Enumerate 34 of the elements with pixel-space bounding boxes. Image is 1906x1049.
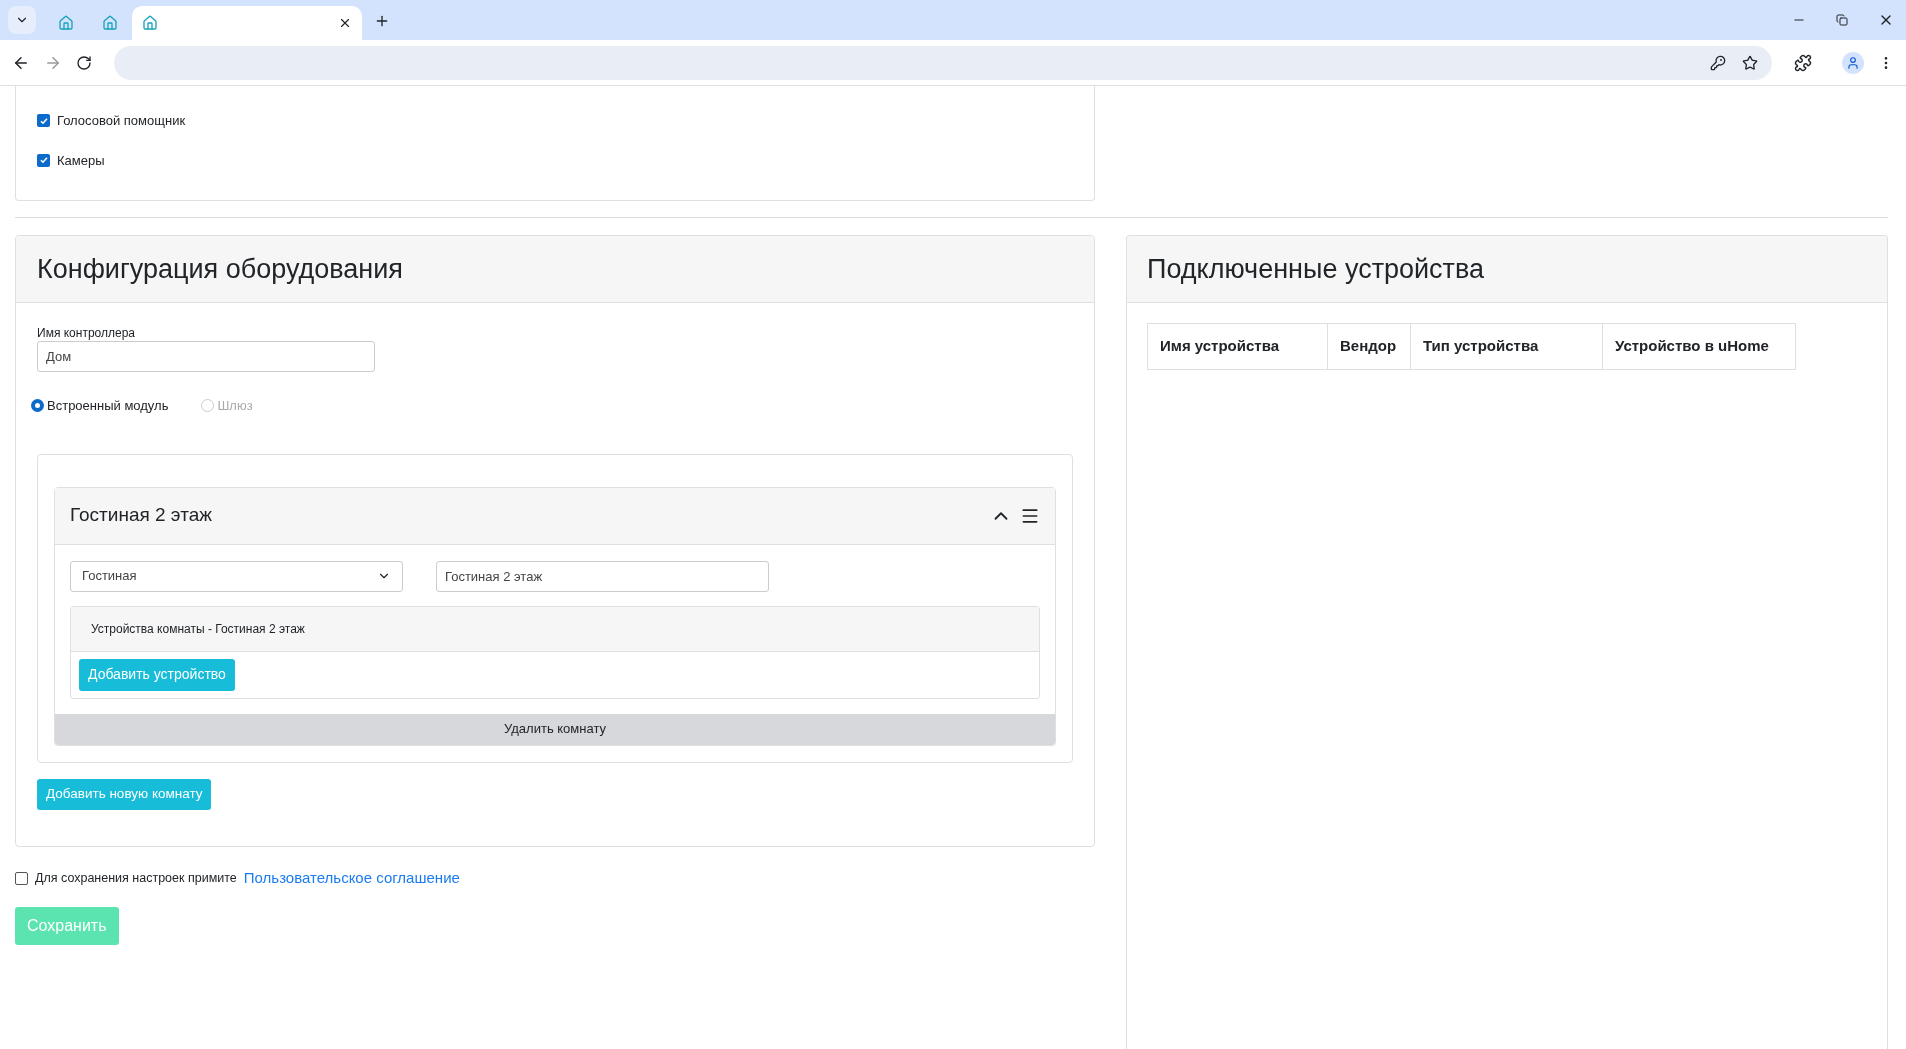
house-icon xyxy=(58,15,74,31)
card-title: Конфигурация оборудования xyxy=(37,252,403,286)
column-header: Имя устройства xyxy=(1147,323,1328,370)
restore-icon xyxy=(1836,14,1848,26)
column-header: Вендор xyxy=(1327,323,1411,370)
close-icon xyxy=(338,16,352,30)
extensions-icon xyxy=(1794,53,1812,72)
agreement-checkbox[interactable] xyxy=(15,871,28,885)
column-header: Тип устройства xyxy=(1410,323,1603,370)
checkbox[interactable] xyxy=(37,153,50,167)
radio-button[interactable] xyxy=(31,399,44,413)
agreement-link[interactable]: Пользовательское соглашение xyxy=(243,867,460,890)
checkbox-label: Голосовой помощник xyxy=(57,112,186,130)
agreement-text: Для сохранения настроек примите xyxy=(35,869,237,887)
delete-room-button[interactable]: Удалить комнату xyxy=(55,713,1055,745)
key-icon xyxy=(1710,54,1726,71)
room-title: Гостиная 2 этаж xyxy=(70,503,212,528)
room-type-select[interactable]: Гостиная xyxy=(70,560,403,592)
house-icon xyxy=(142,15,158,31)
checkbox-label: Камеры xyxy=(57,151,105,170)
radio-label: Шлюз xyxy=(217,397,253,415)
checkbox[interactable] xyxy=(37,114,50,128)
radio-label: Встроенный модуль xyxy=(47,397,169,415)
column-header: Устройство в uHome xyxy=(1602,323,1796,370)
plus-icon xyxy=(374,13,390,29)
room-name-input[interactable]: Гостиная 2 этаж xyxy=(436,560,769,592)
panel-title: Устройства комнаты - Гостиная 2 этаж xyxy=(91,620,305,638)
card-title: Подключенные устройства xyxy=(1147,252,1485,286)
controller-name-input[interactable]: Дом xyxy=(37,341,375,372)
profile-icon xyxy=(1842,51,1864,74)
field-label: Имя контроллера xyxy=(37,325,136,341)
reload-icon xyxy=(76,54,92,71)
house-icon xyxy=(102,15,118,31)
bookmark-star-icon xyxy=(1742,54,1758,71)
